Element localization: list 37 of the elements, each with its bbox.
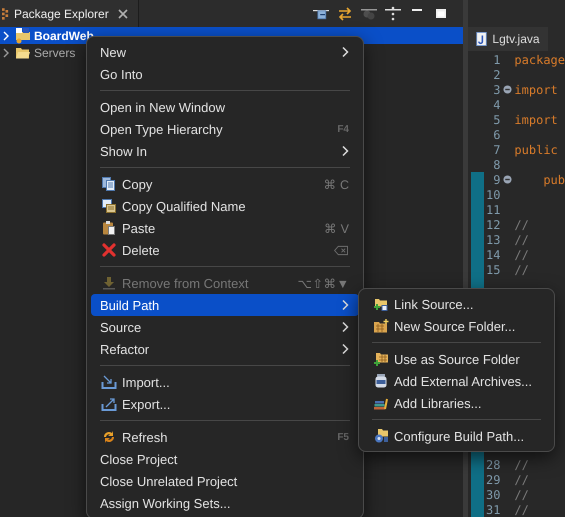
code-text: import [514,112,558,126]
shortcut-text: ⌥⇧⌘▼ [298,276,349,290]
line-number: 12 [484,218,500,232]
code-text: // [514,488,529,502]
shortcut-text: F5 [337,432,349,442]
line-number: 4 [492,98,500,112]
line-number: 30 [484,488,500,502]
line-number: 6 [492,128,500,142]
shortcut-text: ⌘ C [324,176,349,192]
code-text: public [514,142,558,156]
line-number: 14 [484,248,500,262]
code-text: // [514,472,529,486]
line-number: 2 [492,68,500,82]
line-number: 13 [484,232,500,246]
line-number: 28 [484,458,500,472]
line-number: 31 [484,502,500,516]
shortcut-text: ⌘ V [324,220,349,236]
code-text: // [514,248,529,262]
line-number: 9 [492,172,500,186]
line-number: 29 [484,472,500,486]
shortcut-text: F4 [337,124,349,134]
code-text: // [514,458,529,472]
line-number: 5 [492,112,500,126]
line-number: 10 [484,188,500,202]
code-text: // [514,218,529,232]
code-text: // [514,502,529,516]
code-text: // [514,232,529,246]
code-text: import [514,82,558,96]
line-number: 3 [492,82,500,96]
line-number: 1 [492,52,500,66]
code-text: // [514,262,529,276]
line-number: 15 [484,262,500,276]
code-text: package [514,52,565,66]
line-number: 7 [492,142,500,156]
line-number: 8 [492,158,500,172]
code-text: pub [542,172,565,186]
line-number: 11 [484,202,500,216]
